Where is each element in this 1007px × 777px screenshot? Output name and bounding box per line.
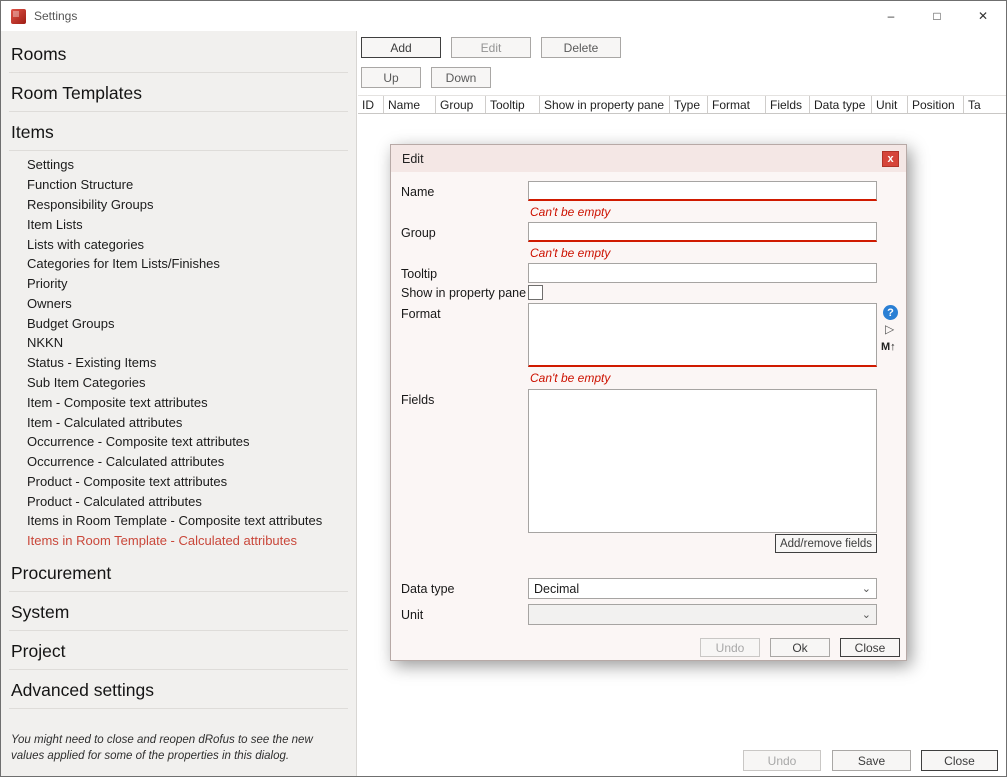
down-button[interactable]: Down (431, 67, 491, 88)
format-error: Can't be empty (530, 371, 610, 385)
column-header-position[interactable]: Position (908, 96, 964, 113)
dialog-close-icon[interactable]: x (882, 151, 899, 167)
sidebar-item-settings[interactable]: Settings (9, 155, 356, 175)
maximize-button[interactable]: □ (914, 1, 960, 31)
fields-listbox[interactable] (528, 389, 877, 533)
chevron-down-icon: ⌄ (862, 610, 871, 620)
column-header-data-type[interactable]: Data type (810, 96, 872, 113)
play-icon[interactable]: ▷ (885, 322, 894, 336)
sidebar-item-nkkn[interactable]: NKKN (9, 333, 356, 353)
data-type-label: Data type (401, 582, 455, 596)
name-error: Can't be empty (530, 205, 610, 219)
column-header-fields[interactable]: Fields (766, 96, 810, 113)
column-header-id[interactable]: ID (358, 96, 384, 113)
sidebar-item-item-calculated-attributes[interactable]: Item - Calculated attributes (9, 412, 356, 432)
column-header-type[interactable]: Type (670, 96, 708, 113)
data-type-dropdown[interactable]: Decimal ⌄ (528, 578, 877, 599)
sidebar-item-responsibility-groups[interactable]: Responsibility Groups (9, 195, 356, 215)
edit-dialog: Edit x Name Can't be empty Group Can't b… (390, 144, 907, 661)
dialog-close-button[interactable]: Close (840, 638, 900, 657)
column-header-tooltip[interactable]: Tooltip (486, 96, 540, 113)
sidebar-section-items[interactable]: Items (9, 112, 348, 151)
group-field[interactable] (528, 222, 877, 242)
tooltip-field[interactable] (528, 263, 877, 283)
sidebar-item-product-calculated-attributes[interactable]: Product - Calculated attributes (9, 491, 356, 511)
sidebar-item-budget-groups[interactable]: Budget Groups (9, 313, 356, 333)
sidebar-item-product-composite-text-attributes[interactable]: Product - Composite text attributes (9, 472, 356, 492)
dialog-undo-button[interactable]: Undo (700, 638, 760, 657)
name-label: Name (401, 185, 434, 199)
add-button[interactable]: Add (361, 37, 441, 58)
show-in-property-pane-label: Show in property pane (401, 286, 526, 300)
app-icon (11, 9, 26, 24)
up-button[interactable]: Up (361, 67, 421, 88)
column-header-ta[interactable]: Ta (964, 96, 1006, 113)
sidebar-item-sub-item-categories[interactable]: Sub Item Categories (9, 373, 356, 393)
show-in-property-pane-checkbox[interactable] (528, 285, 543, 300)
column-header-unit[interactable]: Unit (872, 96, 908, 113)
items-subitem-list: SettingsFunction StructureResponsibility… (9, 155, 356, 551)
group-error: Can't be empty (530, 246, 610, 260)
footer-close-button[interactable]: Close (921, 750, 998, 771)
sidebar-item-item-lists[interactable]: Item Lists (9, 214, 356, 234)
sidebar-item-lists-with-categories[interactable]: Lists with categories (9, 234, 356, 254)
sidebar-restart-note: You might need to close and reopen dRofu… (11, 733, 313, 764)
add-remove-fields-button[interactable]: Add/remove fields (775, 534, 877, 553)
column-header-show-in-property-pane[interactable]: Show in property pane (540, 96, 670, 113)
minimize-button[interactable]: – (868, 1, 914, 31)
table-header: IDNameGroupTooltipShow in property paneT… (358, 95, 1006, 114)
format-textarea[interactable] (528, 303, 877, 367)
footer-undo-button[interactable]: Undo (743, 750, 821, 771)
settings-sidebar: Rooms Room Templates Items SettingsFunct… (1, 31, 357, 776)
column-header-format[interactable]: Format (708, 96, 766, 113)
window-controls: – □ ✕ (868, 1, 1006, 31)
edit-dialog-title: Edit (402, 152, 424, 166)
sidebar-item-occurrence-composite-text-attributes[interactable]: Occurrence - Composite text attributes (9, 432, 356, 452)
sidebar-section-project[interactable]: Project (9, 631, 348, 670)
sidebar-item-function-structure[interactable]: Function Structure (9, 175, 356, 195)
sidebar-item-categories-for-item-lists-finishes[interactable]: Categories for Item Lists/Finishes (9, 254, 356, 274)
sidebar-item-status-existing-items[interactable]: Status - Existing Items (9, 353, 356, 373)
sidebar-item-item-composite-text-attributes[interactable]: Item - Composite text attributes (9, 392, 356, 412)
name-field[interactable] (528, 181, 877, 201)
dialog-ok-button[interactable]: Ok (770, 638, 830, 657)
sidebar-section-room-templates[interactable]: Room Templates (9, 73, 348, 112)
help-icon[interactable]: ? (883, 305, 898, 320)
sidebar-item-items-in-room-template-calculated-attributes[interactable]: Items in Room Template - Calculated attr… (9, 531, 356, 551)
sidebar-section-procurement[interactable]: Procurement (9, 553, 348, 592)
m-up-icon[interactable]: M↑ (881, 341, 896, 353)
data-type-value: Decimal (534, 582, 579, 596)
settings-window: in dRofus Web Settings – □ ✕ Rooms Room … (0, 0, 1007, 777)
column-header-group[interactable]: Group (436, 96, 486, 113)
sidebar-item-owners[interactable]: Owners (9, 293, 356, 313)
footer-save-button[interactable]: Save (832, 750, 911, 771)
window-title: Settings (34, 9, 77, 23)
edit-dialog-titlebar: Edit (391, 145, 906, 172)
fields-label: Fields (401, 393, 434, 407)
sidebar-item-items-in-room-template-composite-text-attributes[interactable]: Items in Room Template - Composite text … (9, 511, 356, 531)
sidebar-section-advanced-settings[interactable]: Advanced settings (9, 670, 348, 709)
close-window-button[interactable]: ✕ (960, 1, 1006, 31)
format-label: Format (401, 307, 441, 321)
tooltip-label: Tooltip (401, 267, 437, 281)
sidebar-section-rooms[interactable]: Rooms (9, 39, 348, 73)
unit-label: Unit (401, 608, 423, 622)
group-label: Group (401, 226, 436, 240)
sidebar-item-priority[interactable]: Priority (9, 274, 356, 294)
column-header-name[interactable]: Name (384, 96, 436, 113)
titlebar: Settings – □ ✕ (1, 1, 1006, 31)
unit-dropdown[interactable]: ⌄ (528, 604, 877, 625)
sidebar-item-occurrence-calculated-attributes[interactable]: Occurrence - Calculated attributes (9, 452, 356, 472)
chevron-down-icon: ⌄ (862, 584, 871, 594)
sidebar-section-system[interactable]: System (9, 592, 348, 631)
delete-button[interactable]: Delete (541, 37, 621, 58)
edit-button[interactable]: Edit (451, 37, 531, 58)
